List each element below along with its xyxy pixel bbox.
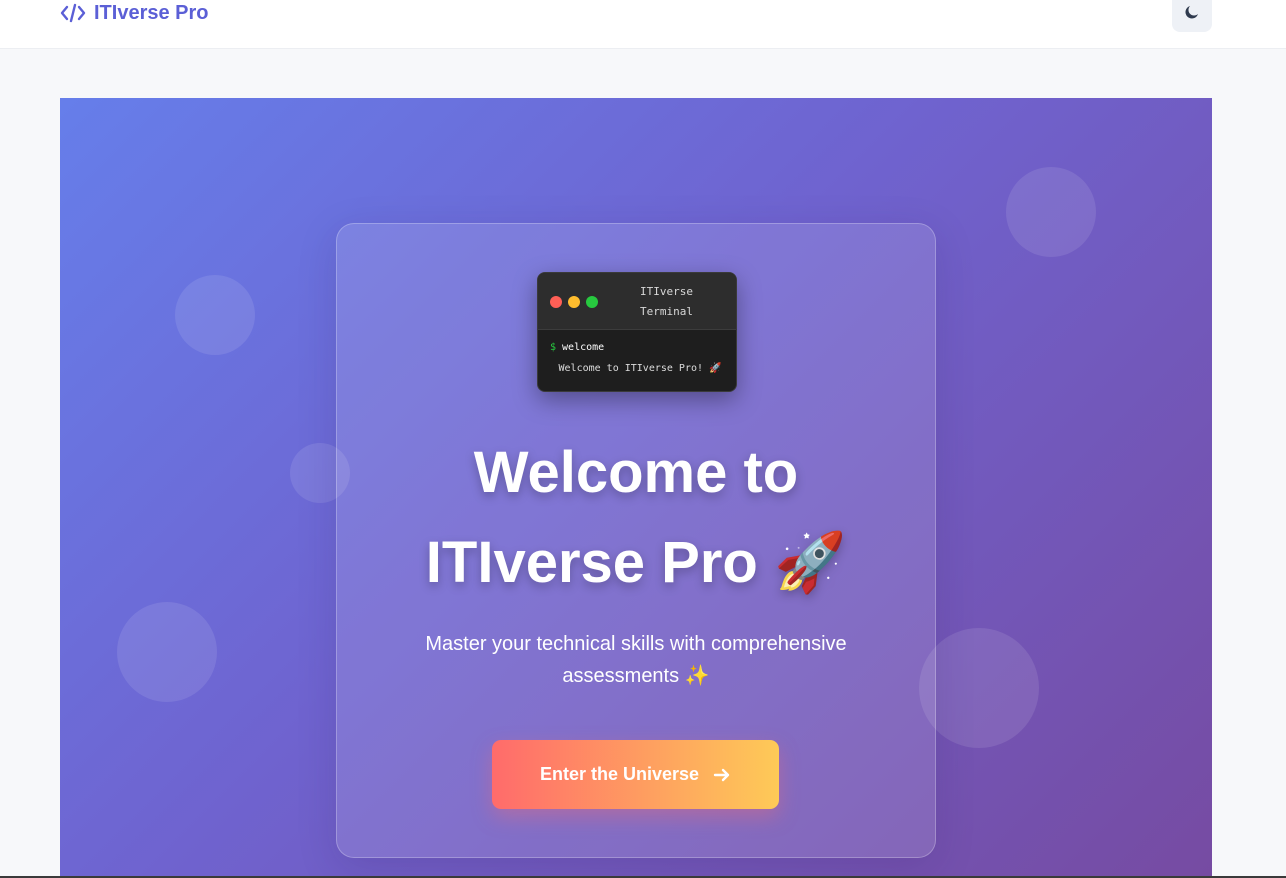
brand-logo-link[interactable]: ITIverse Pro (60, 0, 209, 26)
hero-headline: Welcome to ITIverse Pro 🚀 (337, 428, 935, 608)
maximize-dot-icon (586, 296, 598, 308)
arrow-right-icon (713, 768, 730, 781)
minimize-dot-icon (568, 296, 580, 308)
cta-label: Enter the Universe (539, 764, 700, 784)
terminal-body: $ welcome Welcome to ITIverse Pro! 🚀 (538, 330, 736, 377)
moon-icon (1185, 6, 1198, 19)
enter-universe-button[interactable]: Enter the Universe (492, 740, 779, 809)
headline-line-1: Welcome to (473, 440, 799, 505)
theme-toggle-button[interactable] (1172, 0, 1212, 32)
terminal-command: welcome (562, 342, 605, 353)
terminal-title: ITIverse Terminal (640, 285, 693, 318)
terminal-titlebar: ITIverse Terminal (538, 273, 736, 330)
top-navbar: ITIverse Pro (0, 0, 1286, 49)
code-icon (60, 3, 86, 23)
close-dot-icon (550, 296, 562, 308)
decorative-bubble (117, 602, 217, 702)
headline-line-2: ITIverse Pro 🚀 (425, 530, 847, 595)
decorative-bubble (175, 275, 255, 355)
brand-name: ITIverse Pro (94, 1, 209, 24)
welcome-card: ITIverse Terminal $ welcome Welcome to IT… (336, 223, 936, 858)
terminal-prompt: $ (550, 342, 557, 353)
hero-subtitle: Master your technical skills with compre… (425, 633, 847, 687)
decorative-bubble (919, 628, 1039, 748)
terminal-command-line: $ welcome (550, 342, 724, 360)
hero-section: ITIverse Terminal $ welcome Welcome to IT… (60, 98, 1212, 878)
decorative-bubble (1006, 167, 1096, 257)
terminal-output: Welcome to ITIverse Pro! 🚀 (558, 363, 722, 374)
terminal-window: ITIverse Terminal $ welcome Welcome to IT… (537, 272, 737, 392)
